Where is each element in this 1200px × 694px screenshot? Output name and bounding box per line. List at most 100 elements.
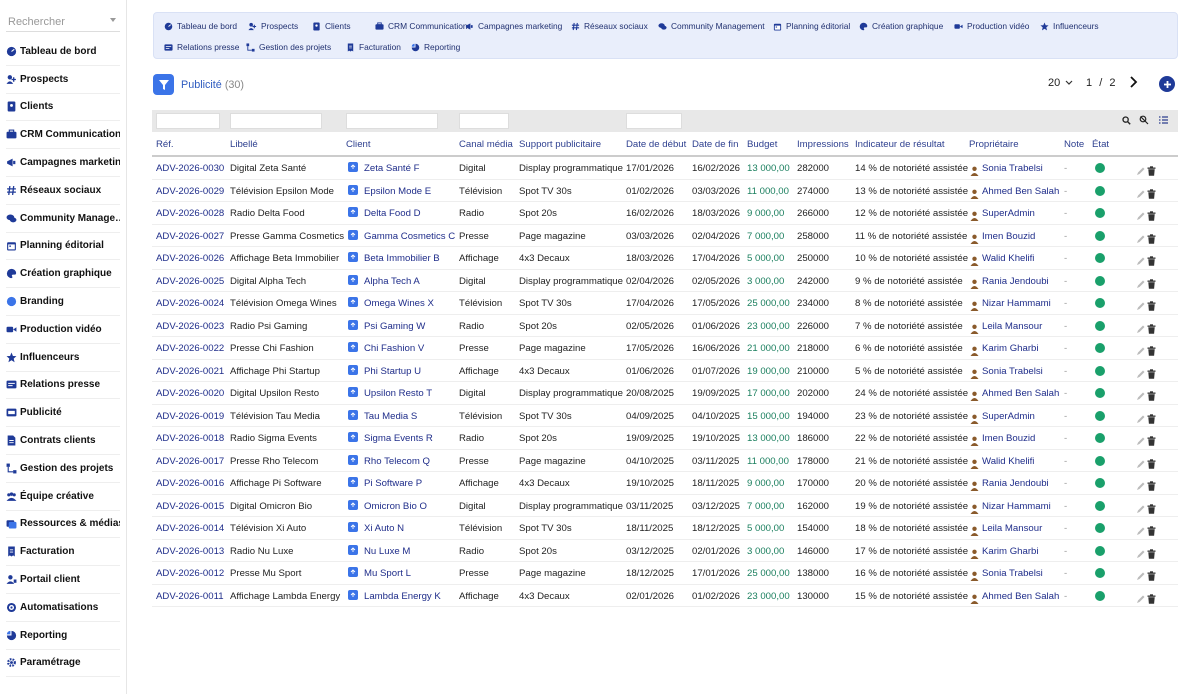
topmenu-item-8[interactable]: Création graphique (859, 21, 943, 31)
add-button[interactable] (1159, 76, 1175, 92)
table-row[interactable]: ADV-2026-0027 Presse Gamma Cosmetics Gamma… (152, 224, 1178, 249)
cell-owner[interactable]: Ahmed Ben Salah (982, 388, 1059, 399)
delete-icon[interactable] (1147, 321, 1156, 339)
cell-owner[interactable]: Imen Bouzid (982, 231, 1035, 242)
topmenu-item-13[interactable]: Facturation (346, 42, 401, 52)
cell-ref[interactable]: ADV-2026-0027 (156, 231, 224, 242)
cell-ref[interactable]: ADV-2026-0012 (156, 568, 224, 579)
cell-ref[interactable]: ADV-2026-0017 (156, 456, 224, 467)
clear-filter-icon[interactable] (1139, 115, 1149, 125)
sidebar-item-2[interactable]: Clients (6, 94, 120, 122)
cell-client[interactable]: Chi Fashion V (364, 343, 424, 354)
topmenu-item-7[interactable]: Planning éditorial (773, 21, 850, 31)
page-indicator[interactable]: 1 / 2 (1086, 77, 1115, 89)
cell-client[interactable]: Psi Gaming W (364, 321, 425, 332)
cell-ref[interactable]: ADV-2026-0018 (156, 433, 224, 444)
cell-ref[interactable]: ADV-2026-0030 (156, 163, 224, 174)
table-row[interactable]: ADV-2026-0014 Télévision Xi Auto Xi Auto N… (152, 517, 1178, 540)
edit-icon[interactable] (1136, 501, 1146, 519)
cell-owner[interactable]: Nizar Hammami (982, 501, 1051, 512)
sidebar-item-22[interactable]: Paramétrage (6, 650, 120, 678)
filter-client-input[interactable] (346, 113, 438, 129)
cell-owner[interactable]: SuperAdmin (982, 208, 1035, 219)
column-header-ref[interactable]: Réf. (156, 139, 174, 150)
sidebar-item-1[interactable]: Prospects (6, 66, 120, 94)
column-header-note[interactable]: Note (1064, 139, 1084, 150)
edit-icon[interactable] (1136, 591, 1146, 609)
sidebar-item-19[interactable]: Portail client (6, 566, 120, 594)
sidebar-item-9[interactable]: Branding (6, 288, 120, 316)
topmenu-item-1[interactable]: Prospects (248, 21, 298, 31)
filter-label-input[interactable] (230, 113, 322, 129)
topmenu-item-9[interactable]: Production vidéo (954, 21, 1029, 31)
table-row[interactable]: ADV-2026-0029 Télévision Epsilon Mode Epsi… (152, 179, 1178, 204)
sidebar-item-6[interactable]: Community Manage… (6, 205, 120, 233)
sidebar-item-5[interactable]: Réseaux sociaux (6, 177, 120, 205)
topmenu-item-5[interactable]: Réseaux sociaux (571, 21, 648, 31)
topmenu-item-12[interactable]: Gestion des projets (246, 42, 331, 52)
sidebar-item-13[interactable]: Publicité (6, 399, 120, 428)
table-row[interactable]: ADV-2026-0012 Presse Mu Sport Mu Sport L Pr… (152, 562, 1178, 585)
search-select[interactable]: Rechercher (6, 12, 120, 32)
delete-icon[interactable] (1147, 163, 1156, 181)
edit-icon[interactable] (1136, 186, 1146, 204)
edit-icon[interactable] (1136, 298, 1146, 316)
delete-icon[interactable] (1147, 523, 1156, 541)
cell-ref[interactable]: ADV-2026-0019 (156, 411, 224, 422)
cell-client[interactable]: Lambda Energy K (364, 591, 441, 602)
topmenu-item-10[interactable]: Influenceurs (1040, 21, 1099, 31)
topmenu-item-4[interactable]: Campagnes marketing (465, 21, 562, 31)
sidebar-item-7[interactable]: Planning éditorial (6, 233, 120, 261)
cell-client[interactable]: Mu Sport L (364, 568, 411, 579)
column-header-result[interactable]: Indicateur de résultat (855, 139, 945, 150)
edit-icon[interactable] (1136, 231, 1146, 249)
delete-icon[interactable] (1147, 231, 1156, 249)
edit-icon[interactable] (1136, 433, 1146, 451)
column-header-channel[interactable]: Canal média (459, 139, 513, 150)
edit-icon[interactable] (1136, 478, 1146, 496)
cell-client[interactable]: Epsilon Mode E (364, 186, 431, 197)
column-header-label[interactable]: Libellé (230, 139, 258, 150)
delete-icon[interactable] (1147, 388, 1156, 406)
delete-icon[interactable] (1147, 433, 1156, 451)
cell-client[interactable]: Phi Startup U (364, 366, 421, 377)
delete-icon[interactable] (1147, 343, 1156, 361)
sidebar-item-18[interactable]: Facturation (6, 538, 120, 567)
cell-client[interactable]: Rho Telecom Q (364, 456, 430, 467)
topmenu-item-6[interactable]: Community Management (658, 21, 765, 31)
cell-client[interactable]: Pi Software P (364, 478, 422, 489)
cell-client[interactable]: Gamma Cosmetics C (364, 231, 455, 242)
chevron-down-icon[interactable] (110, 18, 116, 22)
table-row[interactable]: ADV-2026-0022 Presse Chi Fashion Chi Fashi… (152, 337, 1178, 360)
cell-client[interactable]: Upsilon Resto T (364, 388, 432, 399)
table-row[interactable]: ADV-2026-0023 Radio Psi Gaming Psi Gaming … (152, 314, 1178, 339)
cell-ref[interactable]: ADV-2026-0020 (156, 388, 224, 399)
cell-ref[interactable]: ADV-2026-0011 (156, 591, 224, 602)
table-row[interactable]: ADV-2026-0024 Télévision Omega Wines Omega… (152, 292, 1178, 315)
cell-ref[interactable]: ADV-2026-0021 (156, 366, 224, 377)
cell-ref[interactable]: ADV-2026-0026 (156, 253, 224, 264)
delete-icon[interactable] (1147, 478, 1156, 496)
cell-owner[interactable]: Sonia Trabelsi (982, 163, 1043, 174)
cell-ref[interactable]: ADV-2026-0024 (156, 298, 224, 309)
delete-icon[interactable] (1147, 456, 1156, 474)
edit-icon[interactable] (1136, 523, 1146, 541)
sidebar-item-12[interactable]: Relations presse (6, 372, 120, 400)
table-row[interactable]: ADV-2026-0026 Affichage Beta Immobilier Be… (152, 247, 1178, 270)
cell-owner[interactable]: Ahmed Ben Salah (982, 186, 1059, 197)
table-row[interactable]: ADV-2026-0013 Radio Nu Luxe Nu Luxe M Radio… (152, 539, 1178, 564)
cell-owner[interactable]: Imen Bouzid (982, 433, 1035, 444)
column-list-icon[interactable] (1159, 116, 1168, 124)
delete-icon[interactable] (1147, 253, 1156, 271)
sidebar-item-15[interactable]: Gestion des projets (6, 455, 120, 483)
delete-icon[interactable] (1147, 546, 1156, 564)
topmenu-item-3[interactable]: CRM Communication (375, 21, 468, 31)
edit-icon[interactable] (1136, 343, 1146, 361)
cell-client[interactable]: Delta Food D (364, 208, 421, 219)
delete-icon[interactable] (1147, 501, 1156, 519)
sidebar-item-17[interactable]: Ressources & médias (6, 511, 120, 539)
cell-ref[interactable]: ADV-2026-0028 (156, 208, 224, 219)
topmenu-item-2[interactable]: Clients (312, 21, 351, 31)
filter-ref-input[interactable] (156, 113, 220, 129)
column-header-owner[interactable]: Propriétaire (969, 139, 1019, 150)
